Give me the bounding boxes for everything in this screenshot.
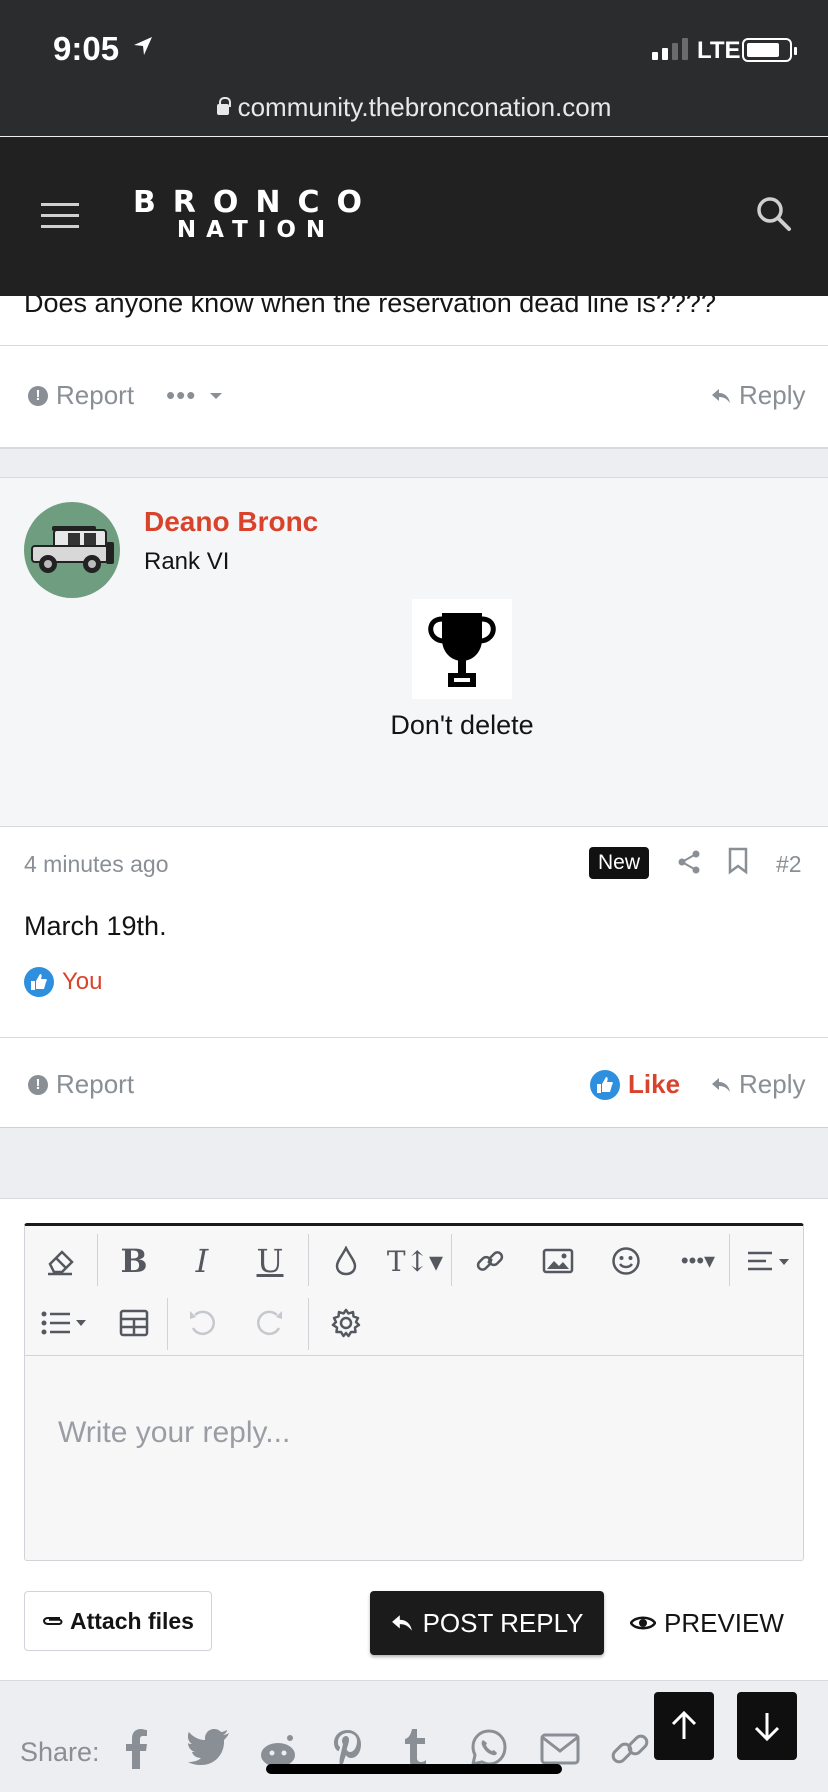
liked-by: You: [62, 968, 103, 995]
alert-icon: !: [28, 385, 48, 406]
link-icon[interactable]: [465, 1236, 515, 1286]
post-number[interactable]: #2: [776, 851, 802, 878]
user-info-block: Deano Bronc Rank VI Don't delete: [0, 478, 828, 827]
report-button[interactable]: ! Report: [28, 380, 134, 411]
likes-summary[interactable]: You: [24, 967, 103, 997]
section-separator: [0, 1127, 828, 1199]
smile-icon[interactable]: [601, 1236, 651, 1286]
post-1: Does anyone know when the reservation de…: [0, 288, 828, 448]
search-icon[interactable]: [756, 196, 792, 232]
twitter-icon[interactable]: [188, 1729, 230, 1765]
italic-icon[interactable]: I: [177, 1236, 227, 1286]
settings-icon[interactable]: [321, 1298, 371, 1348]
avatar[interactable]: [24, 502, 120, 598]
list-icon[interactable]: [35, 1298, 95, 1348]
more-options-button[interactable]: •••: [166, 380, 223, 411]
location-arrow-icon: [134, 37, 152, 55]
facebook-icon[interactable]: [124, 1729, 148, 1769]
menu-icon[interactable]: [41, 203, 79, 229]
site-logo[interactable]: BRONCO NATION: [130, 188, 382, 244]
post-2-text: March 19th.: [24, 911, 167, 941]
color-drop-icon[interactable]: [321, 1236, 371, 1286]
lock-icon: [216, 97, 231, 115]
status-time: 9:05: [53, 30, 120, 67]
post-2: 4 minutes ago New #2 March 19th. You ! R…: [0, 827, 828, 1127]
redo-icon[interactable]: [245, 1298, 295, 1348]
url-bar[interactable]: community.thebronconation.com: [0, 92, 828, 123]
table-icon[interactable]: [109, 1298, 159, 1348]
user-rank: Rank VI: [144, 548, 230, 575]
scroll-bottom-button[interactable]: [737, 1692, 797, 1760]
share-label: Share:: [20, 1737, 100, 1767]
whatsapp-icon[interactable]: [470, 1729, 508, 1767]
reply-icon: [712, 1077, 730, 1092]
alert-icon: !: [28, 1074, 48, 1095]
bronco-avatar-icon: [31, 526, 114, 573]
paperclip-icon: [42, 1617, 63, 1625]
thumbs-up-icon: [590, 1069, 620, 1100]
scroll-top-button[interactable]: [654, 1692, 714, 1760]
email-icon[interactable]: [540, 1733, 580, 1765]
network-label: LTE: [697, 37, 741, 64]
username-link[interactable]: Deano Bronc: [144, 506, 318, 538]
home-indicator: [266, 1764, 562, 1774]
tumblr-icon[interactable]: [402, 1729, 428, 1769]
trophy-icon: [428, 613, 496, 687]
undo-icon[interactable]: [177, 1298, 227, 1348]
share-icon[interactable]: [677, 849, 701, 875]
bookmark-icon[interactable]: [727, 847, 749, 875]
underline-icon[interactable]: U: [245, 1236, 295, 1286]
post-reply-button[interactable]: POST REPLY: [370, 1591, 604, 1655]
post-separator: [0, 448, 828, 478]
site-header: BRONCO NATION: [0, 137, 828, 296]
attach-files-button[interactable]: Attach files: [24, 1591, 212, 1651]
eraser-icon[interactable]: [35, 1236, 85, 1286]
pinterest-icon[interactable]: [332, 1729, 364, 1769]
editor-toolbar: B I U T↕▾ •••▾: [25, 1226, 803, 1356]
trophy-title: Don't delete: [390, 710, 534, 740]
arrow-up-icon: [671, 1711, 697, 1739]
reply-placeholder[interactable]: Write your reply...: [58, 1416, 290, 1450]
more-icon[interactable]: •••▾: [667, 1236, 729, 1286]
new-badge: New: [589, 847, 650, 879]
reply-icon: [391, 1615, 412, 1631]
link-icon[interactable]: [610, 1729, 650, 1769]
caret-down-icon: [210, 392, 223, 399]
align-icon[interactable]: [739, 1236, 799, 1286]
signal-icon: [652, 36, 688, 60]
bold-icon[interactable]: B: [109, 1236, 159, 1286]
report-button-2[interactable]: ! Report: [28, 1069, 134, 1100]
quick-reply: B I U T↕▾ •••▾ Write your reply... Attac…: [0, 1199, 828, 1689]
post-time[interactable]: 4 minutes ago: [24, 851, 168, 878]
status-bar: 9:05 LTE community.thebronconation.com: [0, 0, 828, 136]
reply-editor[interactable]: B I U T↕▾ •••▾ Write your reply...: [24, 1223, 804, 1561]
reply-button-2[interactable]: Reply: [711, 1069, 805, 1100]
preview-button[interactable]: PREVIEW: [630, 1591, 784, 1655]
url-text: community.thebronconation.com: [237, 92, 612, 122]
reply-icon: [712, 388, 730, 403]
thread-content: Does anyone know when the reservation de…: [0, 288, 828, 1689]
image-icon[interactable]: [533, 1236, 583, 1286]
like-button[interactable]: Like: [590, 1069, 680, 1100]
eye-icon: [630, 1616, 656, 1630]
battery-icon: [742, 38, 797, 62]
thumbs-up-icon: [24, 967, 54, 997]
reply-button[interactable]: Reply: [711, 380, 805, 411]
trophy-image: [412, 599, 512, 699]
arrow-down-icon: [754, 1713, 780, 1741]
text-size-icon[interactable]: T↕▾: [385, 1236, 445, 1286]
